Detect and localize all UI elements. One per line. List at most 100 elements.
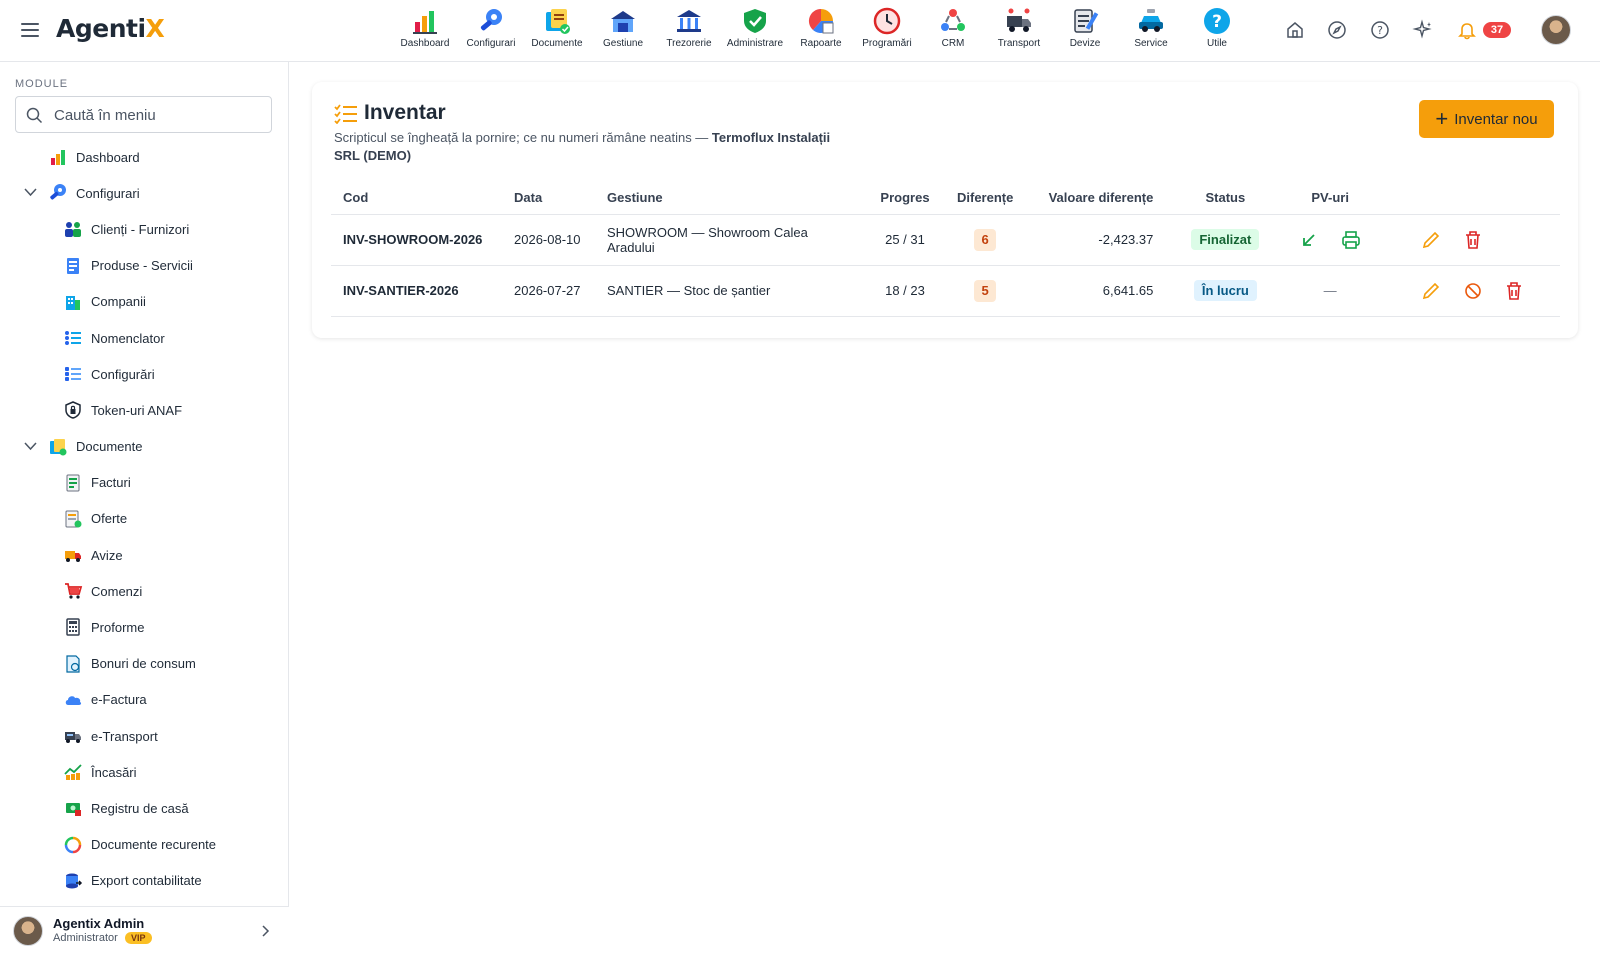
module-trezorerie[interactable]: Trezorerie — [656, 6, 722, 56]
search-icon — [26, 107, 43, 124]
col-progres[interactable]: Progres — [865, 182, 945, 215]
col-status[interactable]: Status — [1165, 182, 1286, 215]
help-circle-icon[interactable]: ? — [1369, 19, 1391, 41]
delete-icon[interactable] — [1502, 279, 1526, 303]
sidebar-item-token-anaf[interactable]: Token-uri ANAF — [0, 392, 289, 428]
search-input[interactable] — [54, 105, 254, 125]
module-label: Dashboard — [400, 38, 450, 49]
sidebar-item-oferte[interactable]: Oferte — [0, 501, 289, 537]
clock-icon — [873, 7, 901, 35]
module-transport[interactable]: Transport — [986, 6, 1052, 56]
notification-badge[interactable]: 37 — [1483, 22, 1511, 38]
new-inventory-button[interactable]: + Inventar nou — [1419, 100, 1554, 138]
sidebar-item-facturi[interactable]: Facturi — [0, 465, 289, 501]
menu-toggle-icon[interactable] — [21, 23, 39, 37]
sidebar-item-registru-casa[interactable]: Registru de casă — [0, 790, 289, 826]
module-devize[interactable]: Devize — [1052, 6, 1118, 56]
col-pv[interactable]: PV-uri — [1285, 182, 1375, 215]
module-service[interactable]: Service — [1118, 6, 1184, 56]
sidebar-item-incasari[interactable]: Încasări — [0, 754, 289, 790]
wrench-icon — [50, 184, 66, 200]
bank-icon — [677, 10, 701, 32]
avatar[interactable] — [1541, 15, 1571, 45]
sidebar-item-configurari-sub[interactable]: Configurări — [0, 356, 289, 392]
home-icon[interactable] — [1284, 19, 1306, 41]
col-gestiune[interactable]: Gestiune — [595, 182, 865, 215]
app-logo[interactable]: AgentiX — [56, 14, 165, 43]
sidebar-item-dashboard[interactable]: Dashboard — [0, 139, 289, 175]
sidebar-item-clienti-furnizori[interactable]: Clienți - Furnizori — [0, 211, 289, 247]
vip-badge: VIP — [125, 932, 152, 944]
chevron-down-icon[interactable] — [24, 188, 37, 197]
sidebar-item-label: Facturi — [91, 475, 131, 491]
sidebar-item-proforme[interactable]: Proforme — [0, 609, 289, 645]
col-cod[interactable]: Cod — [331, 182, 502, 215]
inventory-code[interactable]: INV-SANTIER-2026 — [331, 265, 502, 317]
module-dashboard[interactable]: Dashboard — [392, 6, 458, 56]
table-row[interactable]: INV-SHOWROOM-2026 2026-08-10 SHOWROOM — … — [331, 214, 1560, 266]
edit-icon[interactable] — [1419, 228, 1443, 252]
car-icon — [1139, 9, 1163, 32]
documents-icon — [50, 438, 67, 455]
pv-empty: — — [1285, 265, 1375, 317]
module-label: Transport — [997, 38, 1041, 49]
module-gestiune[interactable]: Gestiune — [590, 6, 656, 56]
inventory-status-cell: În lucru — [1165, 265, 1286, 317]
sidebar-item-companii[interactable]: Companii — [0, 284, 289, 320]
warehouse-icon — [611, 11, 635, 32]
module-configurari[interactable]: Configurari — [458, 6, 524, 56]
inventory-warehouse: SANTIER — Stoc de șantier — [595, 265, 865, 317]
sidebar-item-nomenclator[interactable]: Nomenclator — [0, 320, 289, 356]
export-icon[interactable] — [1297, 228, 1321, 252]
inventory-date: 2026-07-27 — [502, 265, 595, 317]
table-row[interactable]: INV-SANTIER-2026 2026-07-27 SANTIER — St… — [331, 265, 1560, 317]
sparkle-icon[interactable] — [1412, 19, 1434, 41]
sidebar-item-documente-recurente[interactable]: Documente recurente — [0, 827, 289, 863]
sidebar-item-avize[interactable]: Avize — [0, 537, 289, 573]
col-data[interactable]: Data — [502, 182, 595, 215]
sidebar-item-label: Comenzi — [91, 583, 143, 599]
edit-icon[interactable] — [1419, 279, 1443, 303]
print-icon[interactable] — [1339, 228, 1363, 252]
status-badge: În lucru — [1193, 280, 1257, 301]
module-documente[interactable]: Documente — [524, 6, 590, 56]
sidebar-item-label: Clienți - Furnizori — [91, 221, 190, 237]
invoice-icon — [66, 474, 80, 492]
top-bar: AgentiX Dashboard Configurari Documente … — [0, 0, 1600, 62]
module-rapoarte[interactable]: Rapoarte — [788, 6, 854, 56]
col-diferente[interactable]: Diferențe — [945, 182, 1026, 215]
delivery-truck-icon — [65, 551, 81, 563]
sidebar-item-label: Registru de casă — [91, 800, 189, 816]
module-utile[interactable]: ? Utile — [1184, 6, 1250, 56]
module-crm[interactable]: CRM — [920, 6, 986, 56]
sidebar-item-e-factura[interactable]: e-Factura — [0, 682, 289, 718]
sidebar-item-bonuri-consum[interactable]: Bonuri de consum — [0, 646, 289, 682]
svg-text:?: ? — [1377, 24, 1383, 37]
bell-icon[interactable] — [1456, 19, 1478, 41]
sidebar-item-produse-servicii[interactable]: Produse - Servicii — [0, 248, 289, 284]
sidebar-item-configurari[interactable]: Configurari — [0, 175, 289, 211]
module-administrare[interactable]: Administrare — [722, 6, 788, 56]
wrench-icon — [480, 9, 502, 31]
sidebar-item-label: Export contabilitate — [91, 873, 202, 889]
chevron-down-icon[interactable] — [24, 441, 37, 451]
user-profile[interactable]: Agentix Admin Administrator VIP — [0, 906, 289, 956]
sidebar-item-label: Nomenclator — [91, 330, 165, 346]
compass-icon[interactable] — [1326, 19, 1348, 41]
chevron-right-icon[interactable] — [262, 925, 270, 937]
sidebar-item-documente[interactable]: Documente — [0, 429, 289, 465]
col-valoare[interactable]: Valoare diferențe — [1025, 182, 1166, 215]
receipt-icon — [66, 655, 80, 673]
sidebar-item-e-transport[interactable]: e-Transport — [0, 718, 289, 754]
logo-accent: X — [145, 14, 165, 43]
module-programari[interactable]: Programări — [854, 6, 920, 56]
cancel-icon[interactable] — [1461, 279, 1485, 303]
delete-icon[interactable] — [1461, 228, 1485, 252]
sidebar-item-comenzi[interactable]: Comenzi — [0, 573, 289, 609]
sidebar-item-export-contabilitate[interactable]: Export contabilitate — [0, 863, 289, 899]
inventory-code[interactable]: INV-SHOWROOM-2026 — [331, 214, 502, 266]
documents-icon — [546, 9, 570, 34]
cart-icon — [65, 583, 83, 599]
inventory-value: 6,641.65 — [1025, 265, 1166, 317]
module-nav: Dashboard Configurari Documente Gestiune… — [392, 6, 1250, 56]
